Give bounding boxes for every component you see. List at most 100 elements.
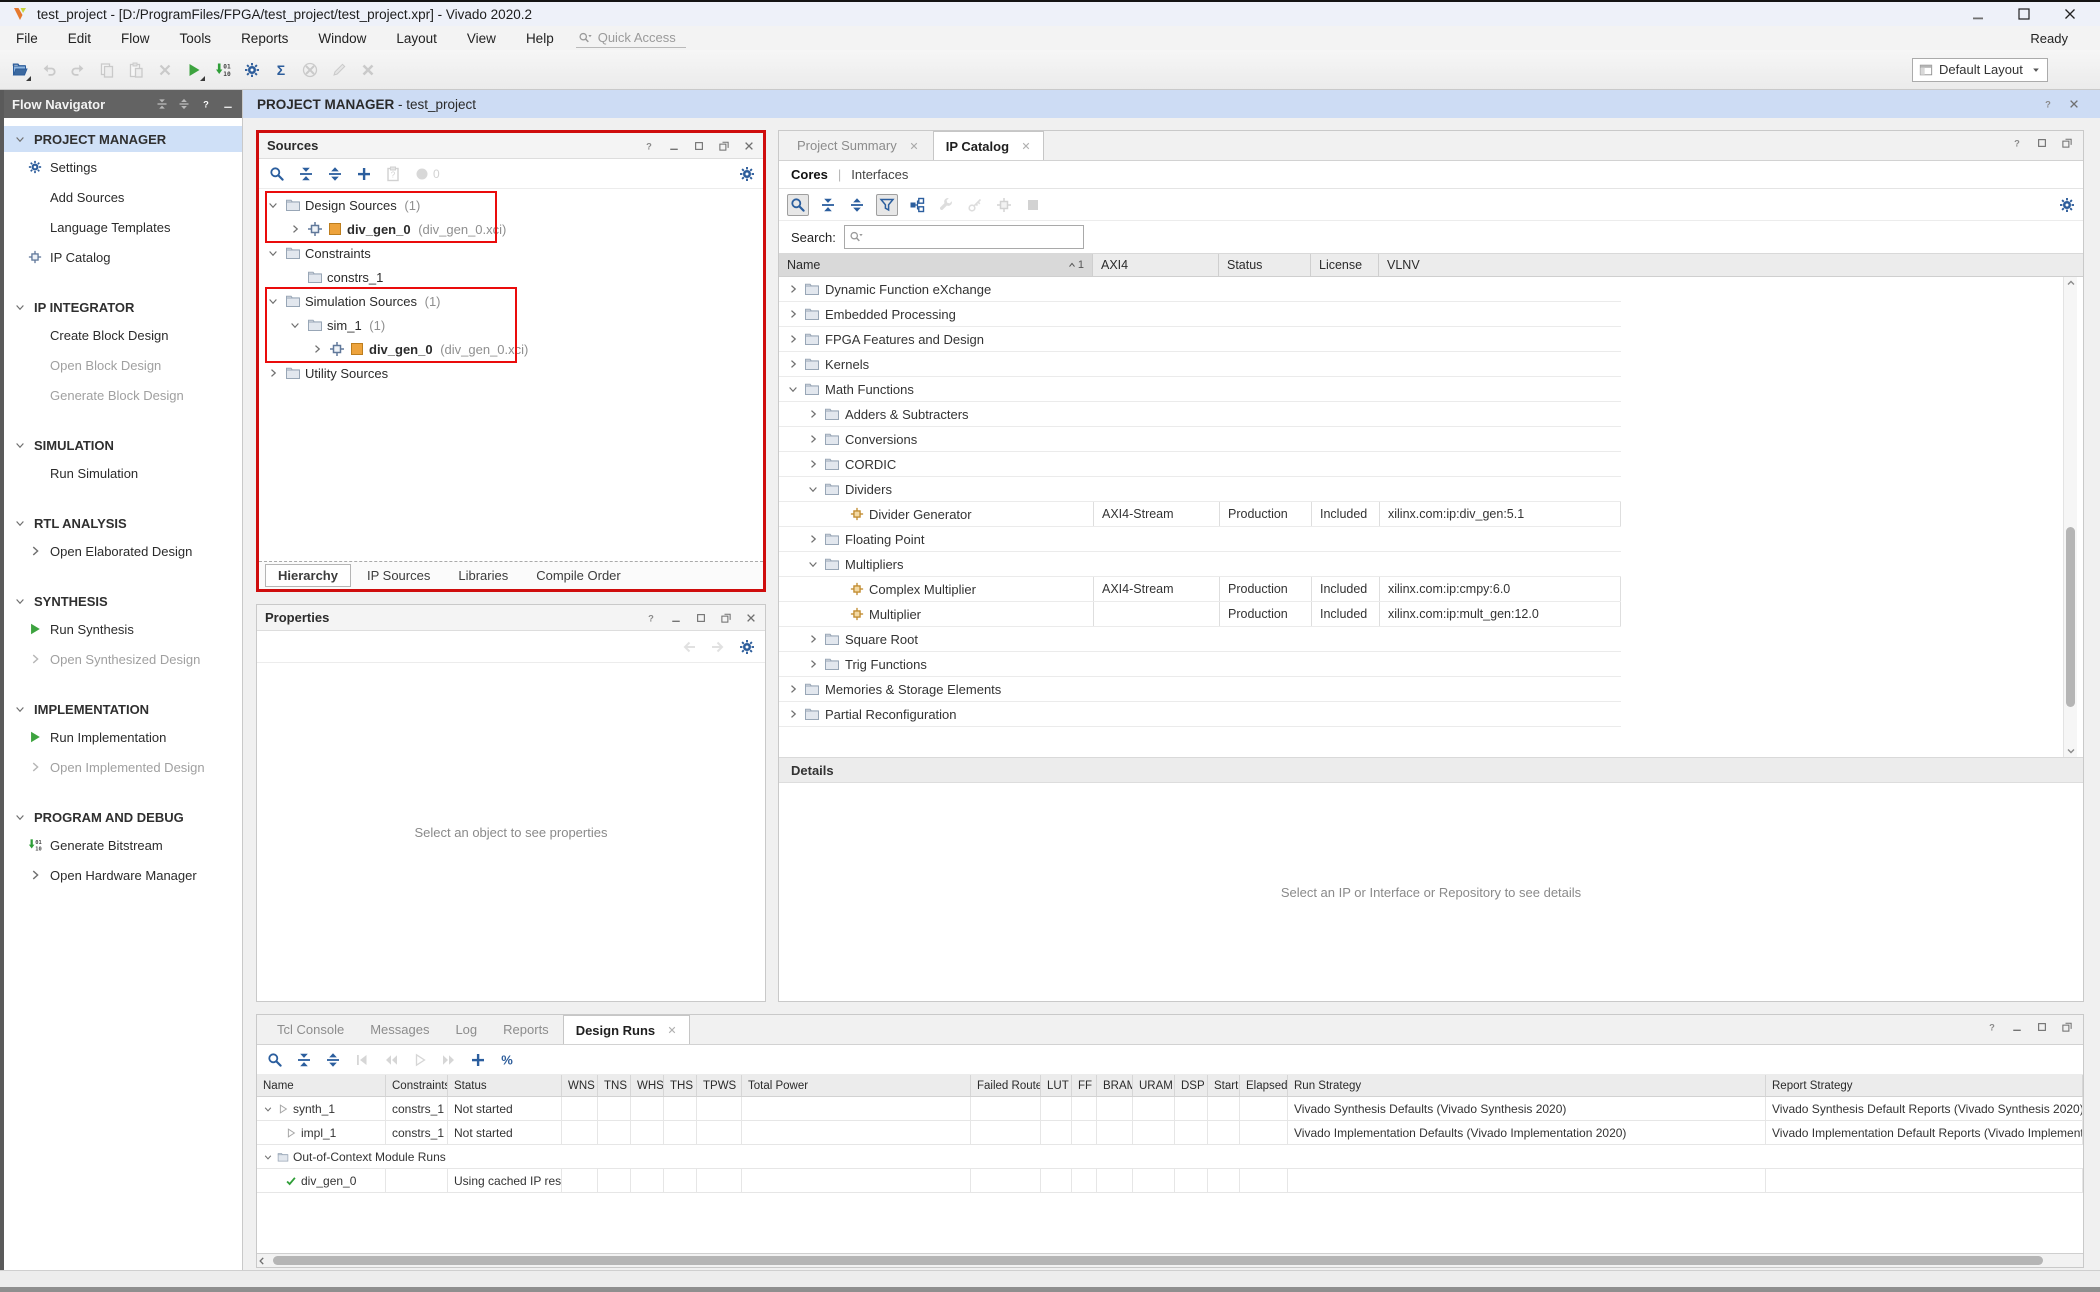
flow-item-open-hardware-manager[interactable]: Open Hardware Manager [4, 860, 242, 890]
chevron-right-icon[interactable] [807, 408, 819, 420]
minimize-icon[interactable] [668, 140, 680, 152]
ip-row-multipliers[interactable]: Multipliers [779, 552, 1621, 577]
expand-all-icon[interactable] [847, 195, 867, 215]
scroll-left-icon[interactable] [257, 1256, 267, 1266]
flow-section-project-manager[interactable]: PROJECT MANAGER [4, 126, 242, 152]
tree-chevron-icon[interactable] [289, 319, 303, 331]
taxonomy-icon[interactable] [907, 195, 927, 215]
sources-tree-item-sim-1[interactable]: sim_1 (1) [259, 313, 763, 337]
filter-icon[interactable] [876, 194, 898, 216]
sources-tree-item-simulation-sources[interactable]: Simulation Sources (1) [259, 289, 763, 313]
layout-selector[interactable]: Default Layout [1912, 58, 2048, 82]
flow-item-open-block-design[interactable]: Open Block Design [4, 350, 242, 380]
chevron-down-icon[interactable] [263, 1152, 273, 1162]
flow-item-generate-block-design[interactable]: Generate Block Design [4, 380, 242, 410]
column-header-total-power[interactable]: Total Power [742, 1075, 971, 1096]
help-icon[interactable]: ? [1986, 1021, 1998, 1033]
design-run-row-out-of-context-module-runs[interactable]: Out-of-Context Module Runs [257, 1145, 2083, 1169]
column-header-status[interactable]: Status [448, 1075, 562, 1096]
tree-chevron-icon[interactable] [267, 199, 281, 211]
chevron-right-icon[interactable] [807, 533, 819, 545]
column-header-lut[interactable]: LUT [1041, 1075, 1072, 1096]
ip-row-math-functions[interactable]: Math Functions [779, 377, 1621, 402]
tree-chevron-icon[interactable] [289, 223, 303, 235]
flow-item-create-block-design[interactable]: Create Block Design [4, 320, 242, 350]
flow-item-run-implementation[interactable]: Run Implementation [4, 722, 242, 752]
column-header-failed-routes[interactable]: Failed Routes [971, 1075, 1041, 1096]
gear-icon[interactable] [739, 166, 755, 182]
menu-flow[interactable]: Flow [121, 31, 150, 46]
report-sum-icon[interactable]: Σ [271, 60, 291, 80]
chevron-down-icon[interactable] [787, 383, 799, 395]
tab-log[interactable]: Log [443, 1015, 489, 1044]
ip-search-input[interactable] [844, 225, 1084, 249]
column-header-name[interactable]: Name1 [779, 254, 1093, 276]
column-header-run-strategy[interactable]: Run Strategy [1288, 1075, 1766, 1096]
flow-section-ip-integrator[interactable]: IP INTEGRATOR [4, 294, 242, 320]
menu-window[interactable]: Window [318, 31, 366, 46]
float-icon[interactable] [718, 140, 730, 152]
expand-all-icon[interactable] [178, 98, 190, 110]
flow-item-open-synthesized-design[interactable]: Open Synthesized Design [4, 644, 242, 674]
column-header-ths[interactable]: THS [664, 1075, 697, 1096]
close-icon[interactable] [909, 141, 919, 151]
chevron-right-icon[interactable] [807, 658, 819, 670]
column-header-dsp[interactable]: DSP [1175, 1075, 1208, 1096]
flow-section-program-and-debug[interactable]: PROGRAM AND DEBUG [4, 804, 242, 830]
column-header-vlnv[interactable]: VLNV [1379, 254, 1621, 276]
chevron-right-icon[interactable] [807, 633, 819, 645]
add-icon[interactable] [354, 164, 374, 184]
column-header-start[interactable]: Start [1208, 1075, 1240, 1096]
flow-section-implementation[interactable]: IMPLEMENTATION [4, 696, 242, 722]
flow-item-settings[interactable]: Settings [4, 152, 242, 182]
column-header-constraints[interactable]: Constraints [386, 1075, 448, 1096]
column-header-report-strategy[interactable]: Report Strategy [1766, 1075, 2083, 1096]
settings-gear-icon[interactable] [242, 60, 262, 80]
chevron-down-icon[interactable] [263, 1104, 273, 1114]
minimize-icon[interactable] [670, 612, 682, 624]
sources-tree-item-constrs-1[interactable]: constrs_1 [259, 265, 763, 289]
window-maximize-button[interactable] [2016, 6, 2032, 22]
tab-project-summary[interactable]: Project Summary [785, 131, 931, 160]
expand-all-icon[interactable] [325, 164, 345, 184]
menu-file[interactable]: File [16, 31, 38, 46]
flow-item-run-simulation[interactable]: Run Simulation [4, 458, 242, 488]
chevron-down-icon[interactable] [807, 558, 819, 570]
sources-tree-item-div-gen-0[interactable]: div_gen_0 (div_gen_0.xci) [259, 337, 763, 361]
ip-row-adders-subtracters[interactable]: Adders & Subtracters [779, 402, 1621, 427]
generate-bitstream-icon[interactable]: 0110 [213, 60, 233, 80]
close-icon[interactable] [745, 612, 757, 624]
column-header-license[interactable]: License [1311, 254, 1379, 276]
column-header-status[interactable]: Status [1219, 254, 1311, 276]
help-icon[interactable]: ? [645, 612, 657, 624]
float-icon[interactable] [2061, 137, 2073, 149]
maximize-icon[interactable] [695, 612, 707, 624]
sources-tab-hierarchy[interactable]: Hierarchy [265, 564, 351, 587]
float-icon[interactable] [2061, 1021, 2073, 1033]
subtab-interfaces[interactable]: Interfaces [851, 167, 908, 182]
scrollbar-thumb[interactable] [273, 1256, 2043, 1265]
sources-tab-libraries[interactable]: Libraries [446, 565, 520, 586]
close-icon[interactable] [2068, 98, 2080, 110]
scrollbar-thumb[interactable] [2066, 527, 2075, 707]
maximize-icon[interactable] [2036, 1021, 2048, 1033]
run-icon[interactable] [184, 60, 204, 80]
sources-tree-item-div-gen-0[interactable]: div_gen_0 (div_gen_0.xci) [259, 217, 763, 241]
quick-access-search[interactable]: Quick Access [576, 28, 686, 48]
window-close-button[interactable] [2062, 6, 2078, 22]
tree-chevron-icon[interactable] [311, 343, 325, 355]
ip-row-floating-point[interactable]: Floating Point [779, 527, 1621, 552]
menu-view[interactable]: View [467, 31, 496, 46]
search-icon[interactable] [265, 1050, 285, 1070]
help-icon[interactable]: ? [2042, 98, 2054, 110]
collapse-all-icon[interactable] [294, 1050, 314, 1070]
chevron-right-icon[interactable] [787, 308, 799, 320]
column-header-ff[interactable]: FF [1072, 1075, 1097, 1096]
scroll-down-icon[interactable] [2065, 745, 2077, 757]
column-header-name[interactable]: Name [257, 1075, 386, 1096]
horizontal-scrollbar[interactable] [257, 1253, 2083, 1267]
chevron-right-icon[interactable] [787, 708, 799, 720]
collapse-all-icon[interactable] [818, 195, 838, 215]
design-run-row-impl-1[interactable]: impl_1constrs_1Not startedVivado Impleme… [257, 1121, 2083, 1145]
column-header-axi4[interactable]: AXI4 [1093, 254, 1219, 276]
